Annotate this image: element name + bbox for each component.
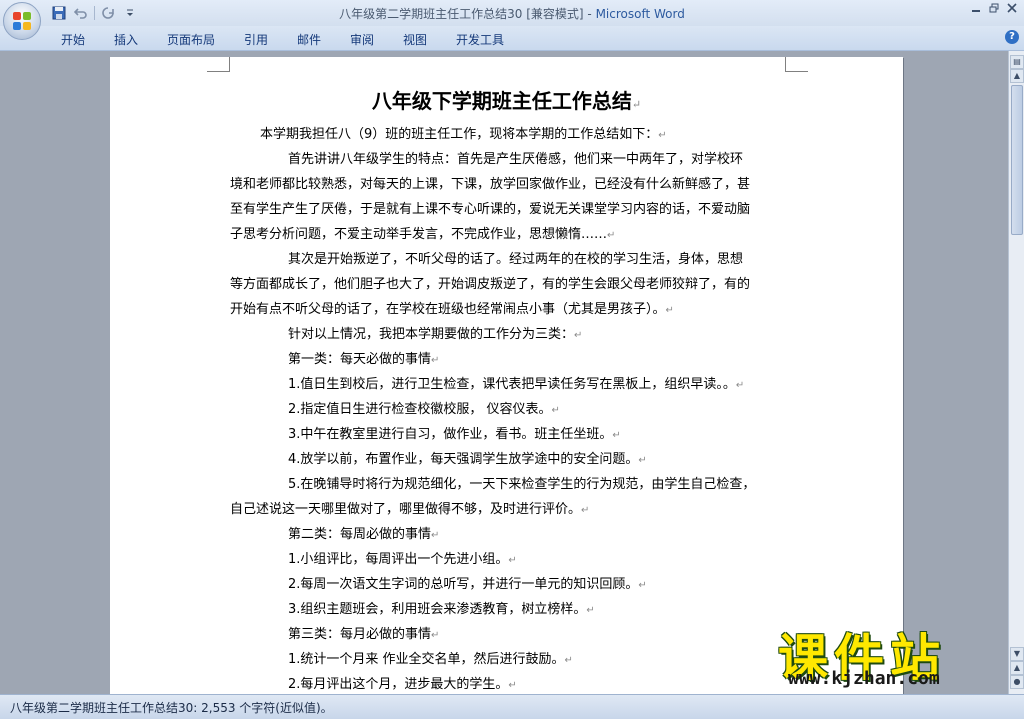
document-line: 第二类：每周必做的事情↵	[288, 527, 440, 542]
document-line: 2.每月评出这个月，进步最大的学生。↵	[288, 677, 517, 692]
document-line: 本学期我担任八（9）班的班主任工作，现将本学期的工作总结如下：↵	[260, 127, 667, 142]
scroll-down-icon[interactable]: ▼	[1010, 647, 1024, 661]
paragraph-mark: ↵	[631, 98, 642, 111]
document-line: 1.统计一个月来 作业全交名单，然后进行鼓励。↵	[288, 652, 573, 667]
document-line: 等方面都成长了，他们胆子也大了，开始调皮叛逆了，有的学生会跟父母老师狡辩了，有的	[230, 277, 751, 292]
document-line: 第三类：每月必做的事情↵	[288, 627, 440, 642]
minimize-icon[interactable]	[970, 3, 982, 17]
document-line: 第一类：每天必做的事情↵	[288, 352, 440, 367]
office-logo-icon	[13, 12, 31, 30]
ribbon-tabs: 开始 插入 页面布局 引用 邮件 审阅 视图 开发工具 ?	[0, 26, 1024, 51]
document-line: 4.放学以前，布置作业，每天强调学生放学途中的安全问题。↵	[288, 452, 647, 467]
document-name: 八年级第二学期班主任工作总结30 [兼容模式]	[339, 7, 584, 21]
document-line: 5.在晚铺导时将行为规范细化，一天下来检查学生的行为规范，由学生自己检查，	[288, 477, 756, 492]
document-line: 1.值日生到校后，进行卫生检查，课代表把早读任务写在黑板上，组织早读。。↵	[288, 377, 745, 392]
document-line: 自己述说这一天哪里做对了，哪里做得不够，及时进行评价。↵	[230, 502, 590, 517]
document-line: 至有学生产生了厌倦，于是就有上课不专心听课的，爱说无关课堂学习内容的话，不爱动脑	[230, 202, 751, 217]
tab-developer[interactable]: 开发工具	[456, 31, 504, 48]
document-title-text: 八年级下学期班主任工作总结	[371, 89, 632, 113]
document-line: 3.组织主题班会，利用班会来渗透教育，树立榜样。↵	[288, 602, 595, 617]
scroll-thumb[interactable]	[1011, 85, 1023, 235]
office-button[interactable]	[3, 2, 41, 40]
document-title: 八年级下学期班主任工作总结↵	[110, 85, 903, 114]
app-name: Microsoft Word	[595, 7, 685, 21]
window-controls	[970, 3, 1018, 17]
status-text: 八年级第二学期班主任工作总结30: 2,553 个字符(近似值)。	[10, 701, 333, 715]
document-line: 3.中午在教室里进行自习，做作业，看书。班主任坐班。↵	[288, 427, 621, 442]
tab-page-layout[interactable]: 页面布局	[167, 31, 215, 48]
tab-mailings[interactable]: 邮件	[297, 31, 321, 48]
document-line: 首先讲讲八年级学生的特点：首先是产生厌倦感，他们来一中两年了，对学校环	[288, 152, 744, 167]
previous-page-icon[interactable]: ▲	[1010, 661, 1024, 675]
tab-review[interactable]: 审阅	[350, 31, 374, 48]
tab-home[interactable]: 开始	[61, 31, 85, 48]
document-workspace: 八年级下学期班主任工作总结↵ 本学期我担任八（9）班的班主任工作，现将本学期的工…	[0, 51, 1008, 697]
crop-mark	[207, 57, 230, 72]
document-line: 子思考分析问题，不爱主动举手发言，不完成作业，思想懒惰……↵	[230, 227, 616, 242]
document-page[interactable]: 八年级下学期班主任工作总结↵ 本学期我担任八（9）班的班主任工作，现将本学期的工…	[110, 57, 903, 697]
status-bar: 八年级第二学期班主任工作总结30: 2,553 个字符(近似值)。	[0, 694, 1024, 719]
select-browse-object-icon[interactable]: ●	[1010, 675, 1024, 689]
scroll-up-icon[interactable]: ▲	[1010, 69, 1024, 83]
title-bar: 八年级第二学期班主任工作总结30 [兼容模式] - Microsoft Word	[0, 0, 1024, 26]
tab-references[interactable]: 引用	[244, 31, 268, 48]
document-line: 境和老师都比较熟悉，对每天的上课，下课，放学回家做作业，已经没有什么新鲜感了，甚	[230, 177, 751, 192]
document-line: 其次是开始叛逆了，不听父母的话了。经过两年的在校的学习生活，身体，思想	[288, 252, 744, 267]
crop-mark	[785, 57, 808, 72]
document-line: 2.每周一次语文生字词的总听写，并进行一单元的知识回顾。↵	[288, 577, 647, 592]
restore-icon[interactable]	[988, 3, 1000, 17]
document-line: 2.指定值日生进行检查校徽校服， 仪容仪表。↵	[288, 402, 560, 417]
close-icon[interactable]	[1006, 3, 1018, 17]
document-line: 开始有点不听父母的话了，在学校在班级也经常闹点小事（尤其是男孩子）。↵	[230, 302, 674, 317]
document-line: 针对以上情况，我把本学期要做的工作分为三类：↵	[288, 327, 583, 342]
window-title: 八年级第二学期班主任工作总结30 [兼容模式] - Microsoft Word	[339, 7, 685, 21]
tab-insert[interactable]: 插入	[114, 31, 138, 48]
vertical-scrollbar[interactable]: ▤ ▲ ▼ ▲ ●	[1008, 51, 1024, 694]
document-line: 1.小组评比，每周评出一个先进小组。↵	[288, 552, 517, 567]
ruler-toggle-icon[interactable]: ▤	[1010, 55, 1024, 69]
tab-view[interactable]: 视图	[403, 31, 427, 48]
watermark-url: www.kjzhan.com	[788, 668, 940, 689]
help-icon[interactable]: ?	[1005, 30, 1019, 44]
